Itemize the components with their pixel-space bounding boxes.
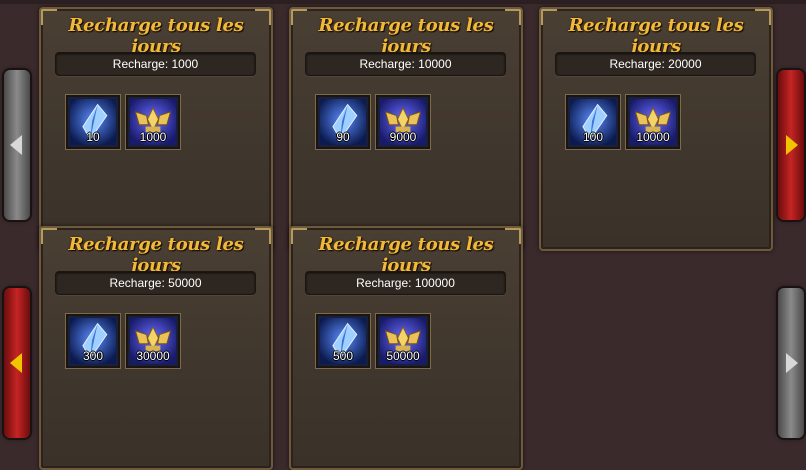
crystal-item[interactable]: 500: [315, 313, 371, 369]
previous-page-button[interactable]: [4, 288, 30, 438]
reward-card: Recharge tous les jours Recharge: 1000 1…: [39, 7, 273, 251]
card-title: Recharge tous les jours: [318, 234, 494, 276]
reward-card: Recharge tous les jours Recharge: 10000 …: [289, 7, 523, 251]
card-title: Recharge tous les jours: [318, 15, 494, 57]
item-quantity: 1000: [139, 130, 167, 144]
arrow-left-icon: [10, 353, 22, 373]
recharge-requirement: Recharge: 20000: [555, 52, 756, 76]
item-quantity: 90: [336, 130, 350, 144]
item-quantity: 100: [582, 130, 604, 144]
emblem-item[interactable]: 1000: [125, 94, 181, 150]
item-quantity: 10: [86, 130, 100, 144]
emblem-item[interactable]: 10000: [625, 94, 681, 150]
recharge-requirement: Recharge: 1000: [55, 52, 256, 76]
emblem-item[interactable]: 9000: [375, 94, 431, 150]
crystal-item[interactable]: 10: [65, 94, 121, 150]
reward-card: Recharge tous les jours Recharge: 100000…: [289, 226, 523, 470]
next-page-button[interactable]: [778, 288, 804, 438]
arrow-left-icon: [10, 135, 22, 155]
reward-card: Recharge tous les jours Recharge: 50000 …: [39, 226, 273, 470]
arrow-right-icon: [786, 353, 798, 373]
item-quantity: 10000: [636, 130, 670, 144]
item-quantity: 50000: [386, 349, 420, 363]
card-title: Recharge tous les jours: [568, 15, 744, 57]
emblem-item[interactable]: 30000: [125, 313, 181, 369]
item-quantity: 300: [82, 349, 104, 363]
next-page-button[interactable]: [778, 70, 804, 220]
previous-page-button[interactable]: [4, 70, 30, 220]
recharge-requirement: Recharge: 50000: [55, 271, 256, 295]
reward-card: Recharge tous les jours Recharge: 20000 …: [539, 7, 773, 251]
item-quantity: 9000: [389, 130, 417, 144]
arrow-right-icon: [786, 135, 798, 155]
crystal-item[interactable]: 300: [65, 313, 121, 369]
item-quantity: 500: [332, 349, 354, 363]
recharge-requirement: Recharge: 10000: [305, 52, 506, 76]
crystal-item[interactable]: 90: [315, 94, 371, 150]
recharge-requirement: Recharge: 100000: [305, 271, 506, 295]
card-title: Recharge tous les jours: [68, 15, 244, 57]
emblem-item[interactable]: 50000: [375, 313, 431, 369]
item-quantity: 30000: [136, 349, 170, 363]
crystal-item[interactable]: 100: [565, 94, 621, 150]
card-title: Recharge tous les jours: [68, 234, 244, 276]
